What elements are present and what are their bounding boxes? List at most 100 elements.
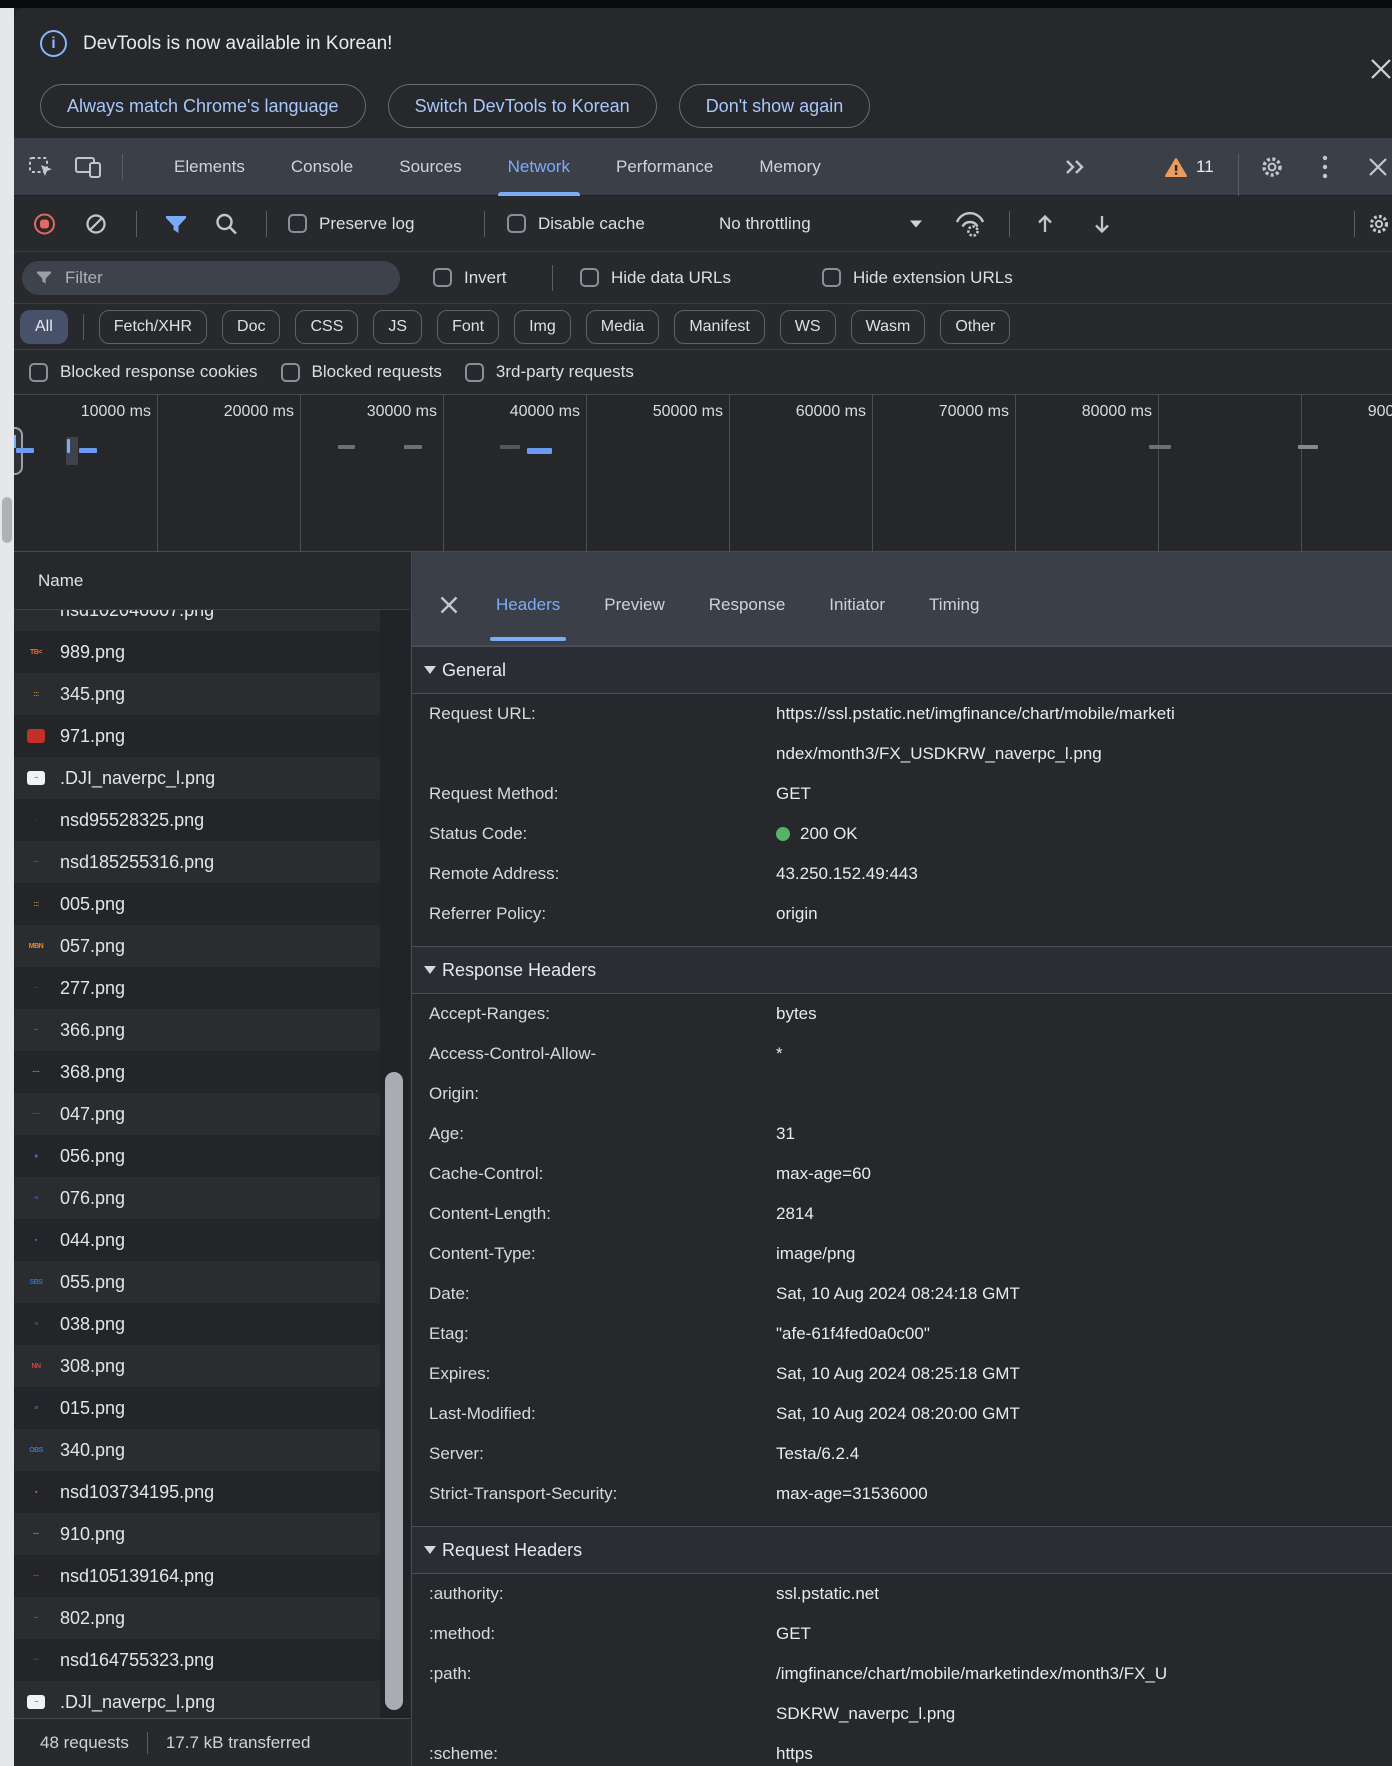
throttling-dropdown[interactable]: No throttling (719, 214, 811, 234)
request-row[interactable]: OBS 340.png (14, 1429, 410, 1471)
section-header[interactable]: Request Headers (412, 1526, 1392, 1574)
timeline-activity-bar (338, 445, 355, 449)
request-row[interactable]: ···· 368.png (14, 1051, 410, 1093)
close-details-icon[interactable] (438, 594, 460, 616)
timeline-activity-bar (527, 448, 552, 454)
request-row[interactable]: ≡ 015.png (14, 1387, 410, 1429)
filter-input[interactable] (65, 268, 345, 288)
request-row[interactable]: ~366.png (14, 1009, 410, 1051)
request-row[interactable]: · nsd95528325.png (14, 799, 410, 841)
disable-cache-checkbox[interactable]: Disable cache (507, 214, 645, 234)
checkbox-blocked-response-cookies[interactable]: Blocked response cookies (29, 362, 258, 382)
search-icon[interactable] (214, 211, 239, 236)
invert-checkbox[interactable]: Invert (433, 268, 507, 288)
settings-gear-icon[interactable] (1258, 138, 1286, 196)
device-toolbar-icon[interactable] (75, 156, 102, 179)
request-row[interactable]: ● 056.png (14, 1135, 410, 1177)
record-button[interactable] (34, 213, 55, 234)
details-tab-response[interactable]: Response (709, 595, 786, 615)
more-options-icon[interactable] (1320, 138, 1330, 196)
request-row[interactable]: 971.png (14, 715, 410, 757)
request-row[interactable]: ··· nsd164755323.png (14, 1639, 410, 1681)
chip-js[interactable]: JS (373, 309, 423, 344)
request-row[interactable]: nsd102040007.png (14, 610, 410, 631)
request-row[interactable]: ~ .DJI_naverpc_l.png (14, 1681, 410, 1718)
request-row[interactable]: ~802.png (14, 1597, 410, 1639)
filter-icon[interactable] (164, 213, 188, 235)
request-row[interactable]: ··· nsd105139164.png (14, 1555, 410, 1597)
hide-data-urls-checkbox[interactable]: Hide data URLs (580, 268, 731, 288)
network-conditions-icon[interactable] (952, 210, 988, 238)
request-row[interactable]: ::: 345.png (14, 673, 410, 715)
tab-elements[interactable]: Elements (158, 138, 261, 196)
details-tab-timing[interactable]: Timing (929, 595, 979, 615)
timeline-tick: 20000 ms (223, 403, 294, 420)
request-row[interactable]: ▪ 044.png (14, 1219, 410, 1261)
chip-media[interactable]: Media (585, 309, 660, 344)
request-row[interactable]: ::: 005.png (14, 883, 410, 925)
request-row[interactable]: ≡ 076.png (14, 1177, 410, 1219)
banner-button-0[interactable]: Always match Chrome's language (40, 84, 366, 128)
page-scrollbar[interactable] (2, 497, 12, 543)
clear-icon[interactable] (84, 212, 108, 236)
chevron-down-icon[interactable] (910, 220, 922, 227)
checkbox-3rd-party-requests[interactable]: 3rd-party requests (464, 362, 634, 382)
export-har-icon[interactable] (1090, 211, 1114, 237)
favicon: ≡ (34, 1320, 38, 1328)
request-name: nsd105139164.png (60, 1565, 215, 1586)
details-tab-initiator[interactable]: Initiator (829, 595, 885, 615)
tab-sources[interactable]: Sources (383, 138, 477, 196)
section-header[interactable]: General (412, 646, 1392, 694)
chip-manifest[interactable]: Manifest (674, 309, 765, 344)
chip-ws[interactable]: WS (779, 309, 836, 344)
banner-button-2[interactable]: Don't show again (678, 84, 871, 128)
request-row[interactable]: ~~ 047.png (14, 1093, 410, 1135)
favicon: TB< (30, 648, 42, 656)
request-row[interactable]: ··· 910.png (14, 1513, 410, 1555)
request-row[interactable]: ~ .DJI_naverpc_l.png (14, 757, 410, 799)
banner-button-1[interactable]: Switch DevTools to Korean (387, 84, 657, 128)
hide-extension-urls-checkbox[interactable]: Hide extension URLs (822, 268, 1013, 288)
request-row[interactable]: ≡ 038.png (14, 1303, 410, 1345)
requests-count: 48 requests (40, 1732, 129, 1752)
chip-img[interactable]: Img (514, 309, 571, 344)
section-header[interactable]: Response Headers (412, 946, 1392, 994)
details-tab-headers[interactable]: Headers (489, 595, 567, 641)
chip-doc[interactable]: Doc (222, 309, 281, 344)
timeline-overview[interactable]: 10000 ms 20000 ms 30000 ms 40000 ms 50000 ms… (14, 394, 1392, 553)
favicon: OBS (29, 1446, 43, 1454)
tab-console[interactable]: Console (275, 138, 369, 196)
chip-other[interactable]: Other (940, 309, 1011, 344)
details-tab-preview[interactable]: Preview (604, 595, 664, 615)
banner-close-icon[interactable] (1366, 54, 1392, 84)
chip-css[interactable]: CSS (295, 309, 359, 344)
page-behind-strip (0, 8, 14, 1766)
request-row[interactable]: SBS 055.png (14, 1261, 410, 1303)
chip-font[interactable]: Font (437, 309, 500, 344)
more-tabs-icon[interactable] (1063, 138, 1089, 196)
requests-scrollbar-thumb[interactable] (385, 1072, 403, 1710)
request-row[interactable]: MBN 057.png (14, 925, 410, 967)
request-row[interactable]: ··· nsd185255316.png (14, 841, 410, 883)
tab-network[interactable]: Network (492, 138, 586, 196)
tab-memory[interactable]: Memory (743, 138, 836, 196)
chip-all[interactable]: All (20, 309, 68, 344)
warning-badge[interactable]: 11 (1164, 138, 1214, 196)
checkbox-blocked-requests[interactable]: Blocked requests (280, 362, 442, 382)
request-row[interactable]: NN 308.png (14, 1345, 410, 1387)
request-row[interactable]: ▪ nsd103734195.png (14, 1471, 410, 1513)
network-settings-gear-icon[interactable] (1366, 211, 1392, 237)
tab-performance[interactable]: Performance (600, 138, 729, 196)
preserve-log-checkbox[interactable]: Preserve log (288, 214, 414, 234)
import-har-icon[interactable] (1033, 211, 1057, 237)
devtools-close-icon[interactable] (1366, 138, 1390, 196)
chip-wasm[interactable]: Wasm (850, 309, 926, 344)
inspect-element-icon[interactable] (28, 155, 55, 180)
request-name: 971.png (60, 725, 126, 746)
favicon: ~ (34, 1614, 38, 1622)
filter-input-pill[interactable] (22, 261, 400, 295)
chip-fetch-xhr[interactable]: Fetch/XHR (98, 309, 208, 344)
name-column-header[interactable]: Name (14, 552, 410, 610)
request-row[interactable]: TB< 989.png (14, 631, 410, 673)
request-row[interactable]: · 277.png (14, 967, 410, 1009)
